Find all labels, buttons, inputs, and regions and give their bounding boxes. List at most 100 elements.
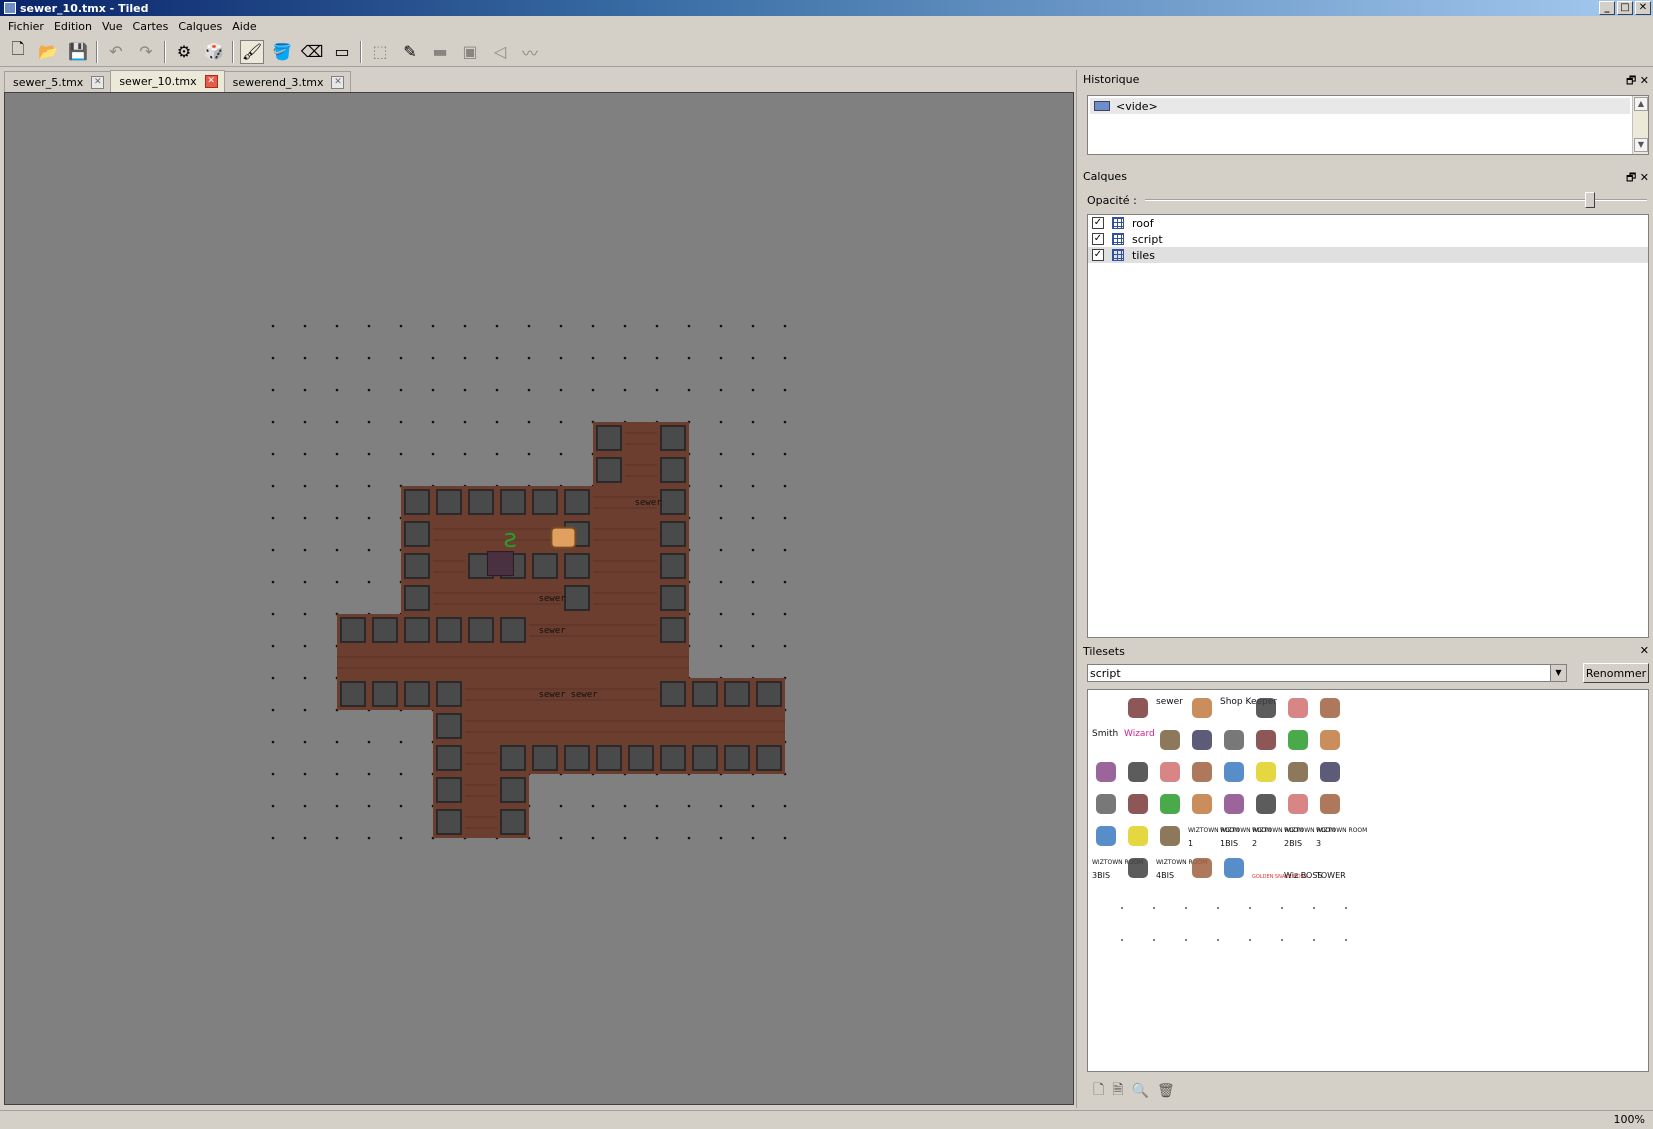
minimize-button[interactable]: _ [1599, 1, 1615, 15]
history-list[interactable]: <vide> ▲ ▼ [1087, 95, 1649, 155]
grid-dot [303, 772, 307, 776]
stamp-brush-icon[interactable]: 🖌 [240, 39, 264, 64]
menu-vue[interactable]: Vue [97, 20, 128, 33]
visibility-checkbox[interactable]: ✓ [1092, 217, 1104, 229]
bucket-fill-icon[interactable]: 🪣 [270, 40, 294, 64]
visibility-checkbox[interactable]: ✓ [1092, 233, 1104, 245]
map-canvas[interactable]: ꙅ sewer sewer sewer sewer sewer [4, 92, 1074, 1105]
tile-grid-dot [1313, 939, 1315, 941]
tileset-grid[interactable]: sewer Shop KeeperSmith WizardWIZTOWN ROOM1… [1088, 690, 1649, 1072]
close-tab-icon[interactable]: ✕ [331, 75, 345, 89]
wall-block [532, 553, 558, 579]
new-tileset-icon[interactable]: 🗋 [1093, 1079, 1104, 1103]
tile-sprite [1096, 794, 1116, 814]
floor-tile [529, 710, 561, 742]
select-objects-icon[interactable]: ⬚ [368, 40, 392, 64]
opacity-slider[interactable] [1144, 192, 1647, 208]
layers-list[interactable]: ✓ roof ✓ script ✓ tiles [1087, 214, 1649, 638]
grid-dot [335, 356, 339, 360]
floor-tile [497, 710, 529, 742]
tile-grid-dot [1217, 907, 1219, 909]
tileset-properties-icon[interactable]: 🔍 [1132, 1083, 1149, 1099]
floor-tile [433, 582, 465, 614]
grid-dot [367, 740, 371, 744]
wall-block [404, 521, 430, 547]
snake-sprite: ꙅ [503, 524, 517, 554]
tile-grid-dot [1185, 907, 1187, 909]
commands-icon[interactable]: ⚙ [172, 40, 196, 64]
eraser-icon[interactable]: ⌫ [300, 40, 324, 64]
map-view[interactable]: ꙅ sewer sewer sewer sewer sewer [5, 93, 1074, 1105]
maximize-button[interactable]: □ [1617, 1, 1633, 15]
delete-tileset-icon[interactable]: 🗑 [1157, 1083, 1175, 1099]
redo-icon[interactable]: ↷ [134, 40, 158, 64]
rect-select-icon[interactable]: ▭ [330, 40, 354, 64]
save-icon[interactable]: 💾 [66, 40, 90, 64]
close-button[interactable]: ✕ [1635, 1, 1651, 15]
opacity-slider-thumb[interactable] [1585, 192, 1595, 208]
undo-icon[interactable]: ↶ [104, 40, 128, 64]
tile-grid-dot [1153, 907, 1155, 909]
layers-panel-title: Calques 🗗 ✕ [1080, 167, 1653, 185]
panel-splitter[interactable] [1076, 70, 1080, 1108]
grid-dot [783, 388, 787, 392]
grid-dot [367, 420, 371, 424]
visibility-checkbox[interactable]: ✓ [1092, 249, 1104, 261]
insert-rectangle-icon[interactable]: ▬ [428, 40, 452, 64]
tab-sewerend-3[interactable]: sewerend_3.tmx ✕ [223, 71, 352, 92]
scroll-down-icon[interactable]: ▼ [1634, 138, 1648, 152]
grid-dot [751, 420, 755, 424]
menu-aide[interactable]: Aide [227, 20, 261, 33]
grid-dot [559, 356, 563, 360]
menu-cartes[interactable]: Cartes [128, 20, 174, 33]
new-map-icon[interactable]: 🗋 [6, 39, 30, 64]
tileset-view[interactable]: sewer Shop Keeper Smith Wizard WIZTOWN ROOM 1… [1087, 689, 1649, 1072]
grid-dot [719, 452, 723, 456]
floor-tile [625, 422, 657, 454]
tab-sewer-10[interactable]: sewer_10.tmx ✕ [110, 70, 225, 92]
tab-sewer-5[interactable]: sewer_5.tmx ✕ [4, 71, 112, 92]
toolbar: 🗋 📂 💾 ↶ ↷ ⚙ 🎲 🖌 🪣 ⌫ ▭ ⬚ ✎ ▬ ▣ ◁ 〰 [0, 37, 1653, 67]
close-icon[interactable]: ✕ [1640, 644, 1649, 657]
scroll-up-icon[interactable]: ▲ [1634, 97, 1648, 111]
close-tab-icon[interactable]: ✕ [204, 75, 218, 88]
grid-dot [783, 452, 787, 456]
insert-polyline-icon[interactable]: 〰 [518, 40, 542, 64]
grid-dot [303, 484, 307, 488]
floor-tile [593, 710, 625, 742]
history-scrollbar[interactable]: ▲ ▼ [1632, 96, 1648, 154]
sewer-script-label: sewer [539, 626, 567, 636]
tileset-dropdown[interactable]: script ▼ [1087, 664, 1567, 682]
open-icon[interactable]: 📂 [36, 40, 60, 64]
grid-dot [399, 388, 403, 392]
tile-sprite [1256, 730, 1276, 750]
history-item[interactable]: <vide> [1090, 98, 1630, 114]
grid-dot [751, 836, 755, 840]
wall-block [436, 745, 462, 771]
grid-dot [367, 388, 371, 392]
wall-block [372, 617, 398, 643]
insert-polygon-icon[interactable]: ◁ [488, 40, 512, 64]
rename-button[interactable]: Renommer [1583, 663, 1649, 683]
insert-tile-icon[interactable]: ▣ [458, 40, 482, 64]
grid-dot [527, 324, 531, 328]
import-tileset-icon[interactable]: 🗎 [1112, 1079, 1123, 1103]
panel-float-close-icons[interactable]: 🗗 ✕ [1626, 169, 1649, 188]
layer-script[interactable]: ✓ script [1088, 231, 1648, 247]
menu-calques[interactable]: Calques [173, 20, 227, 33]
layer-roof[interactable]: ✓ roof [1088, 215, 1648, 231]
layer-tiles[interactable]: ✓ tiles [1088, 247, 1648, 263]
menu-edition[interactable]: Edition [49, 20, 97, 33]
edit-polygons-icon[interactable]: ✎ [398, 40, 422, 64]
grid-dot [751, 452, 755, 456]
tile-grid-dot [1249, 939, 1251, 941]
panel-float-close-icons[interactable]: 🗗 ✕ [1626, 72, 1649, 91]
wall-block [500, 809, 526, 835]
floor-tile [593, 582, 625, 614]
chevron-down-icon[interactable]: ▼ [1550, 665, 1566, 681]
floor-tile [753, 710, 785, 742]
menu-fichier[interactable]: Fichier [3, 20, 49, 33]
close-tab-icon[interactable]: ✕ [91, 75, 105, 89]
grid-dot [335, 836, 339, 840]
random-icon[interactable]: 🎲 [202, 40, 226, 64]
